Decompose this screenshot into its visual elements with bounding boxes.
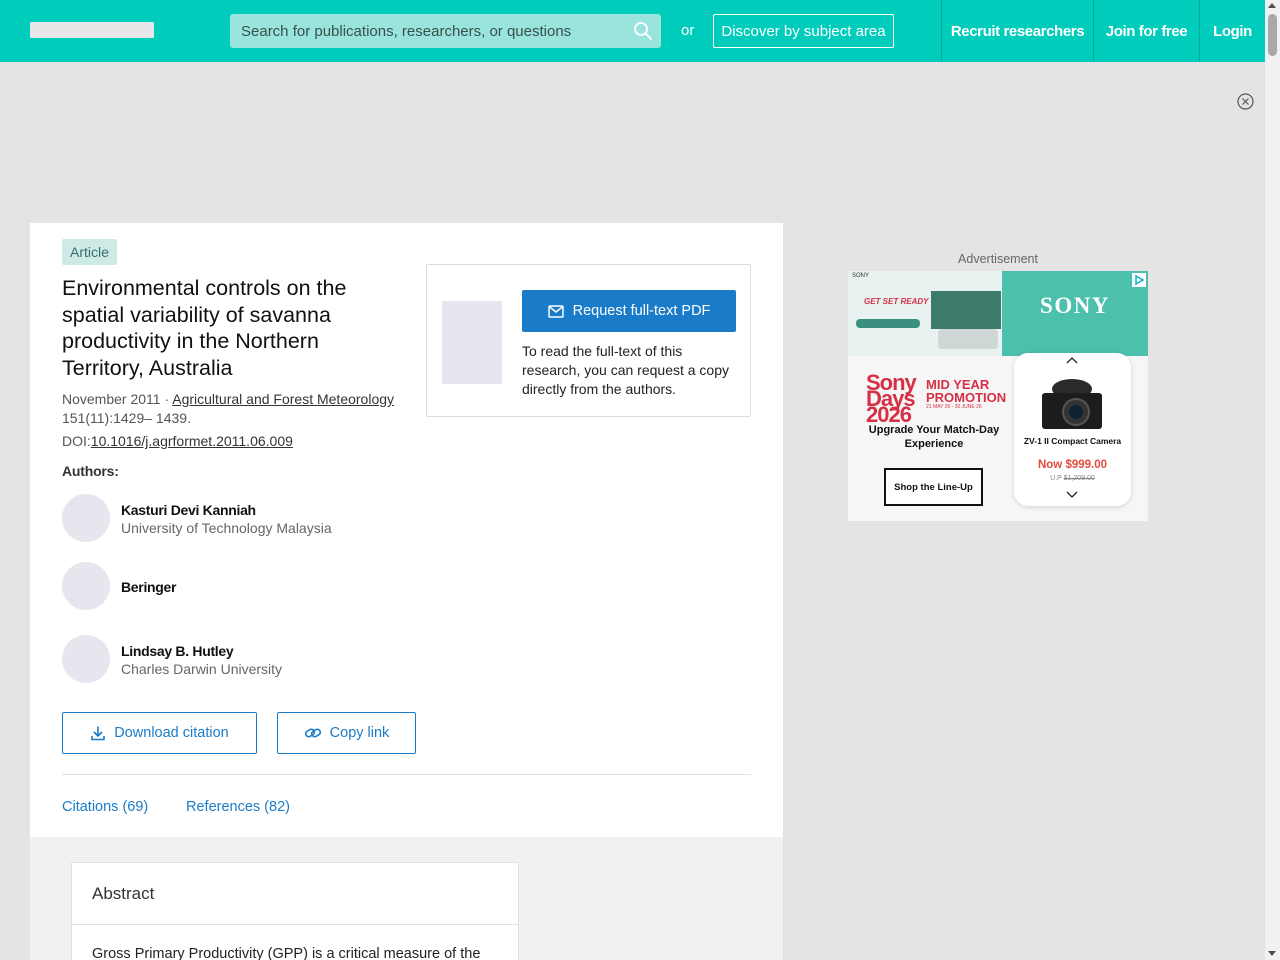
pdf-thumbnail xyxy=(442,301,502,384)
request-full-text-button[interactable]: Request full-text PDF xyxy=(522,290,736,332)
author-item[interactable]: Lindsay B. Hutley Charles Darwin Univers… xyxy=(62,635,402,683)
author-name[interactable]: Beringer xyxy=(121,579,176,595)
doi: DOI:10.1016/j.agrformet.2011.06.009 xyxy=(62,433,293,449)
search-input[interactable] xyxy=(230,14,661,48)
abstract-text: Gross Primary Productivity (GPP) is a cr… xyxy=(92,946,481,960)
article-title: Environmental controls on the spatial va… xyxy=(62,276,347,380)
author-affiliation: University of Technology Malaysia xyxy=(121,520,332,536)
promo-title: MID YEAR PROMOTION xyxy=(926,377,1007,405)
article-card: Article Environmental controls on the sp… xyxy=(30,223,783,837)
tab-references[interactable]: References (82) xyxy=(186,799,290,815)
author-item[interactable]: Beringer xyxy=(62,562,402,610)
publication-date: November 2011 xyxy=(62,391,161,407)
abstract-panel: Abstract Gross Primary Productivity (GPP… xyxy=(71,862,519,960)
authors-label: Authors: xyxy=(62,463,119,479)
original-price-label: U.P xyxy=(1050,475,1062,482)
logo[interactable] xyxy=(30,22,154,38)
scrollbar-thumb[interactable] xyxy=(1268,14,1277,56)
author-affiliation: Charles Darwin University xyxy=(121,661,283,677)
mail-icon xyxy=(547,304,564,318)
divider xyxy=(62,774,751,775)
adchoices-icon[interactable] xyxy=(1132,273,1146,287)
ad-small-brand: SONY xyxy=(852,273,870,279)
camera-icon xyxy=(1042,379,1102,429)
discover-subject-button[interactable]: Discover by subject area xyxy=(713,14,894,48)
login-link[interactable]: Login xyxy=(1199,0,1265,62)
ad-gear-image xyxy=(938,329,998,349)
top-nav: or Discover by subject area Recruit rese… xyxy=(0,0,1265,62)
ad-pill-button[interactable] xyxy=(856,319,920,328)
volume-pages: 151(11):1429– 1439. xyxy=(62,410,191,426)
download-citation-button[interactable]: Download citation xyxy=(62,712,257,754)
article-type-badge: Article xyxy=(62,239,117,265)
ad-football-image xyxy=(931,291,1001,329)
promo-dates: 21 MAY 26 - 30 JUNE 26 xyxy=(926,404,982,410)
product-original-price: U.P $1,209.00 xyxy=(1018,475,1127,482)
shop-line-up-button[interactable]: Shop the Line-Up xyxy=(884,468,983,506)
download-icon xyxy=(91,726,106,741)
product-name: ZV-1 II Compact Camera xyxy=(1023,436,1122,446)
scroll-down-arrow-icon[interactable] xyxy=(1268,951,1276,956)
advertisement-label: Advertisement xyxy=(958,252,1038,266)
scroll-up-arrow-icon[interactable] xyxy=(1268,3,1276,8)
ad-hero-image[interactable]: SONY GET SET READY xyxy=(848,271,1002,356)
doi-label: DOI: xyxy=(62,433,91,449)
journal-link[interactable]: Agricultural and Forest Meteorology xyxy=(172,391,394,407)
author-item[interactable]: Kasturi Devi Kanniah University of Techn… xyxy=(62,494,402,542)
sony-logo: SONY xyxy=(1040,293,1110,318)
advertisement-banner[interactable]: SONY GET SET READY SONY Sony Days 2026 M… xyxy=(848,271,1148,521)
lower-section: Abstract Gross Primary Productivity (GPP… xyxy=(30,837,783,960)
close-ad-icon[interactable] xyxy=(1237,93,1254,110)
recruit-researchers-link[interactable]: Recruit researchers xyxy=(941,0,1093,62)
avatar[interactable] xyxy=(62,635,110,683)
ad-headline: Upgrade Your Match-Day Experience xyxy=(868,424,1000,450)
tab-citations[interactable]: Citations (69) xyxy=(62,799,148,815)
divider xyxy=(72,924,518,925)
chevron-down-icon[interactable] xyxy=(1066,491,1078,499)
request-pdf-panel: Request full-text PDF To read the full-t… xyxy=(426,264,751,417)
search-icon[interactable] xyxy=(633,21,653,41)
chevron-up-icon[interactable] xyxy=(1066,356,1078,364)
link-icon xyxy=(304,728,321,738)
or-text: or xyxy=(681,22,695,39)
avatar[interactable] xyxy=(62,562,110,610)
original-price-value: $1,209.00 xyxy=(1063,475,1095,482)
search-box[interactable] xyxy=(230,14,661,48)
publication-meta: November 2011 · Agricultural and Forest … xyxy=(62,391,395,426)
sony-days-logo: Sony Days 2026 xyxy=(866,370,917,427)
abstract-heading: Abstract xyxy=(92,884,155,903)
ad-product-card[interactable]: ZV-1 II Compact Camera Now $999.00 U.P $… xyxy=(1014,353,1131,506)
ad-tagline: GET SET READY xyxy=(864,297,929,306)
avatar[interactable] xyxy=(62,494,110,542)
doi-link[interactable]: 10.1016/j.agrformet.2011.06.009 xyxy=(91,433,293,449)
join-for-free-link[interactable]: Join for free xyxy=(1093,0,1199,62)
scrollbar[interactable] xyxy=(1265,0,1280,960)
copy-link-button[interactable]: Copy link xyxy=(277,712,416,754)
author-name[interactable]: Kasturi Devi Kanniah xyxy=(121,502,256,518)
author-name[interactable]: Lindsay B. Hutley xyxy=(121,643,234,659)
request-description: To read the full-text of this research, … xyxy=(522,343,730,397)
request-full-text-label: Request full-text PDF xyxy=(572,303,711,319)
copy-link-label: Copy link xyxy=(329,725,390,741)
download-citation-label: Download citation xyxy=(114,725,229,741)
product-price: Now $999.00 xyxy=(1037,459,1108,471)
